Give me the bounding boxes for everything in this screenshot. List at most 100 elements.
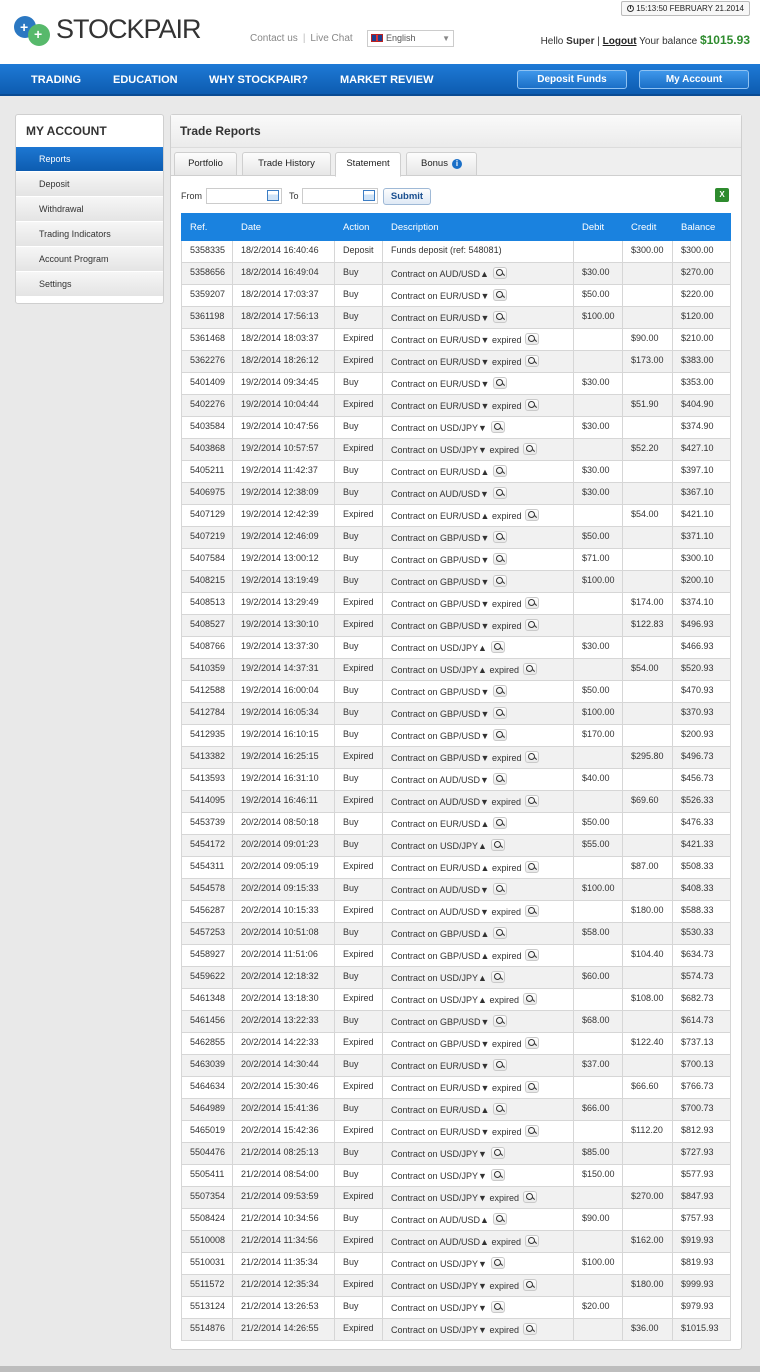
sidebar-item-withdrawal[interactable]: Withdrawal (16, 197, 163, 222)
contact-us-link[interactable]: Contact us (250, 33, 298, 44)
deposit-funds-button[interactable]: Deposit Funds (517, 70, 627, 89)
site-logo[interactable]: + + STOCKPAIR (14, 12, 202, 46)
sidebar-item-deposit[interactable]: Deposit (16, 172, 163, 197)
my-account-button[interactable]: My Account (639, 70, 749, 89)
cell-balance: $367.10 (672, 482, 731, 505)
cell-credit: $54.00 (622, 504, 673, 527)
magnifier-icon[interactable] (525, 597, 540, 609)
magnifier-icon[interactable] (490, 1257, 505, 1269)
magnifier-icon[interactable] (525, 1081, 540, 1093)
col-ref[interactable]: Ref. (181, 213, 233, 241)
magnifier-icon[interactable] (522, 1279, 537, 1291)
submit-button[interactable]: Submit (383, 188, 431, 205)
magnifier-icon[interactable] (493, 553, 508, 565)
sidebar-item-settings[interactable]: Settings (16, 272, 163, 297)
magnifier-icon[interactable] (490, 641, 505, 653)
tab-statement[interactable]: Statement (335, 152, 401, 177)
col-description[interactable]: Description (382, 213, 574, 241)
magnifier-icon[interactable] (490, 1147, 505, 1159)
tab-portfolio[interactable]: Portfolio (174, 152, 237, 176)
magnifier-icon[interactable] (525, 751, 540, 763)
cell-ref: 5361468 (181, 328, 233, 351)
cell-credit: $90.00 (622, 328, 673, 351)
language-select[interactable]: English ▼ (367, 30, 454, 47)
excel-export-icon[interactable]: X (715, 188, 729, 202)
cell-action: Buy (334, 372, 383, 395)
magnifier-icon[interactable] (493, 729, 508, 741)
magnifier-icon[interactable] (492, 1213, 507, 1225)
magnifier-icon[interactable] (490, 839, 505, 851)
calendar-icon[interactable] (267, 190, 279, 201)
magnifier-icon[interactable] (493, 289, 508, 301)
cell-credit (622, 482, 673, 505)
magnifier-icon[interactable] (493, 707, 508, 719)
col-credit[interactable]: Credit (622, 213, 673, 241)
magnifier-icon[interactable] (490, 1301, 505, 1313)
cell-description: Contract on USD/JPY▼ expired (382, 1274, 574, 1297)
col-balance[interactable]: Balance (672, 213, 731, 241)
col-action[interactable]: Action (334, 213, 383, 241)
magnifier-icon[interactable] (522, 443, 537, 455)
magnifier-icon[interactable] (522, 993, 537, 1005)
magnifier-icon[interactable] (525, 1037, 540, 1049)
magnifier-icon[interactable] (493, 1059, 508, 1071)
magnifier-icon[interactable] (524, 795, 539, 807)
magnifier-icon[interactable] (492, 883, 507, 895)
magnifier-icon[interactable] (524, 1235, 539, 1247)
tab-bonus[interactable]: Bonus i (406, 152, 477, 176)
nav-education[interactable]: EDUCATION (113, 64, 178, 96)
magnifier-icon[interactable] (525, 619, 540, 631)
magnifier-icon[interactable] (493, 1015, 508, 1027)
magnifier-icon[interactable] (493, 685, 508, 697)
magnifier-icon[interactable] (492, 487, 507, 499)
live-chat-link[interactable]: Live Chat (310, 33, 352, 44)
sidebar-item-trading-indicators[interactable]: Trading Indicators (16, 222, 163, 247)
magnifier-icon[interactable] (493, 465, 508, 477)
nav-why-stockpair[interactable]: WHY STOCKPAIR? (209, 64, 308, 96)
magnifier-icon[interactable] (493, 377, 508, 389)
sidebar-item-account-program[interactable]: Account Program (16, 247, 163, 272)
logout-link[interactable]: Logout (603, 36, 637, 47)
sidebar-item-reports[interactable]: Reports (16, 147, 163, 172)
magnifier-icon[interactable] (525, 509, 540, 521)
magnifier-icon[interactable] (522, 1323, 537, 1335)
nav-trading[interactable]: TRADING (31, 64, 81, 96)
tab-trade-history[interactable]: Trade History (242, 152, 331, 176)
magnifier-icon[interactable] (490, 421, 505, 433)
magnifier-icon[interactable] (525, 949, 540, 961)
magnifier-icon[interactable] (493, 531, 508, 543)
cell-balance: $200.93 (672, 724, 731, 747)
cell-debit (573, 504, 623, 527)
magnifier-icon[interactable] (493, 311, 508, 323)
magnifier-icon[interactable] (493, 575, 508, 587)
magnifier-icon[interactable] (490, 971, 505, 983)
magnifier-icon[interactable] (525, 861, 540, 873)
cell-debit: $100.00 (573, 878, 623, 901)
magnifier-icon[interactable] (524, 905, 539, 917)
table-row: 5454578 20/2/2014 09:15:33 Buy Contract on … (181, 878, 731, 901)
cell-description: Contract on GBP/USD▼ (382, 1010, 574, 1033)
cell-date: 19/2/2014 10:57:57 (232, 438, 335, 461)
cell-description: Contract on AUD/USD▼ expired (382, 790, 574, 813)
magnifier-icon[interactable] (493, 817, 508, 829)
cell-balance: $700.13 (672, 1054, 731, 1077)
magnifier-icon[interactable] (492, 267, 507, 279)
calendar-icon[interactable] (363, 190, 375, 201)
magnifier-icon[interactable] (525, 333, 540, 345)
col-date[interactable]: Date (232, 213, 335, 241)
cell-debit: $60.00 (573, 966, 623, 989)
cell-debit: $68.00 (573, 1010, 623, 1033)
magnifier-icon[interactable] (493, 927, 508, 939)
nav-market-review[interactable]: MARKET REVIEW (340, 64, 434, 96)
magnifier-icon[interactable] (490, 1169, 505, 1181)
col-debit[interactable]: Debit (573, 213, 623, 241)
cell-balance: $634.73 (672, 944, 731, 967)
magnifier-icon[interactable] (492, 773, 507, 785)
table-row: 5405211 19/2/2014 11:42:37 Buy Contract on … (181, 460, 731, 483)
magnifier-icon[interactable] (493, 1103, 508, 1115)
magnifier-icon[interactable] (525, 399, 540, 411)
magnifier-icon[interactable] (522, 1191, 537, 1203)
magnifier-icon[interactable] (525, 1125, 540, 1137)
magnifier-icon[interactable] (525, 355, 540, 367)
magnifier-icon[interactable] (522, 663, 537, 675)
